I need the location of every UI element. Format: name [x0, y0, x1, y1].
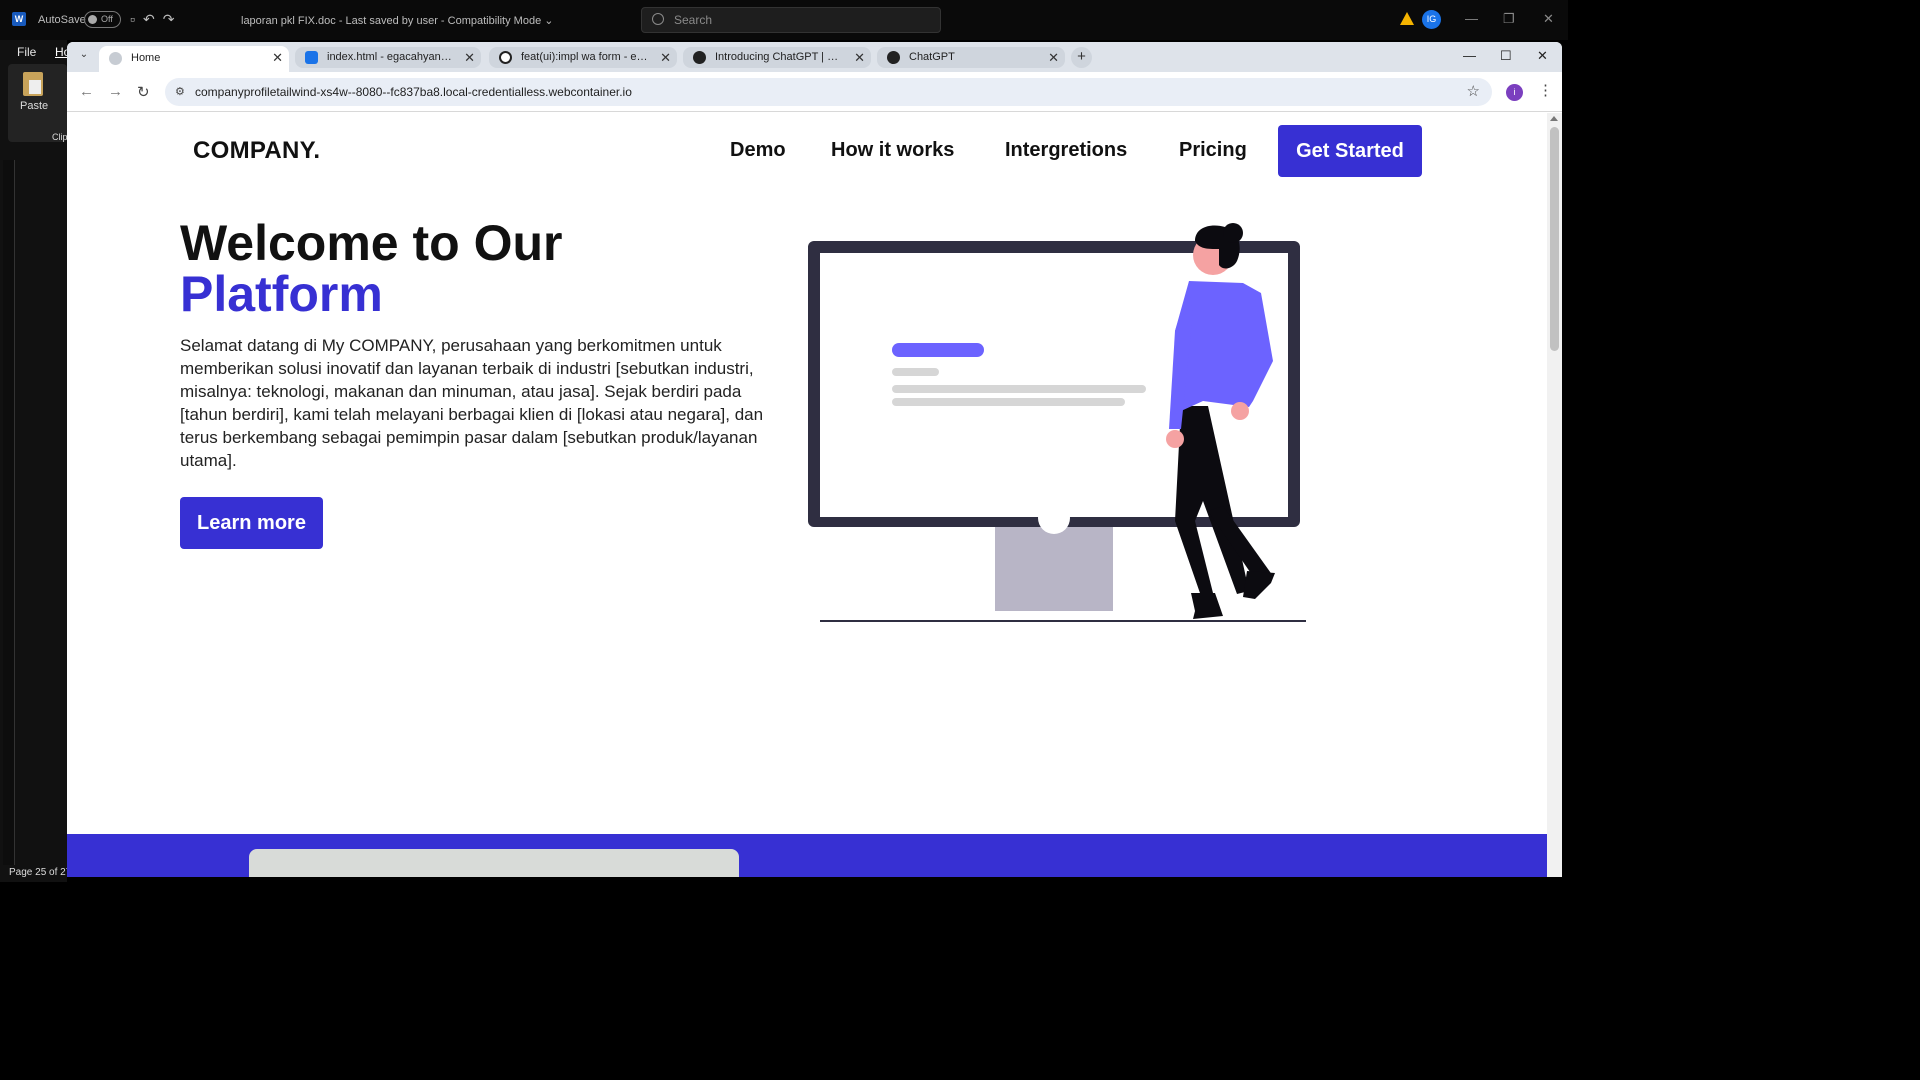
word-user-avatar[interactable]: IG — [1422, 10, 1441, 29]
page-scrollbar[interactable] — [1547, 113, 1562, 877]
hero-title: Welcome to Our Platform — [180, 218, 562, 320]
monitor-camera-notch — [1038, 502, 1070, 534]
github-icon — [499, 51, 512, 64]
tab-chatgpt[interactable]: ChatGPT ✕ — [877, 47, 1065, 68]
close-tab-icon[interactable]: ✕ — [660, 47, 671, 68]
tab-label: ChatGPT — [909, 51, 955, 63]
url-text[interactable]: companyprofiletailwind-xs4w--8080--fc837… — [195, 85, 632, 99]
word-search-box[interactable]: Search — [641, 7, 941, 33]
forward-icon[interactable]: → — [108, 83, 123, 100]
nav-integrations[interactable]: Intergretions — [1005, 139, 1127, 162]
paste-label: Paste — [20, 100, 49, 112]
hero-title-line1: Welcome to Our — [180, 215, 563, 271]
word-titlebar: W AutoSave Off ▫↶↷ laporan pkl FIX.doc -… — [0, 0, 1568, 40]
nav-demo[interactable]: Demo — [730, 139, 786, 162]
back-icon[interactable]: ← — [79, 83, 94, 100]
screen-line — [892, 398, 1125, 406]
browser-window: ⌄ Home ✕ index.html - egacahyana/company… — [67, 42, 1562, 877]
screen-heading-bar — [892, 343, 984, 357]
tab-github-pr[interactable]: feat(ui):impl wa form - egacahyana ✕ — [489, 47, 677, 68]
clipboard-icon — [23, 72, 43, 96]
search-icon — [652, 13, 664, 25]
features-preview-card — [249, 849, 739, 877]
hero-illustration — [808, 223, 1306, 622]
site-logo[interactable]: COMPANY. — [193, 137, 320, 165]
hero-description: Selamat datang di My COMPANY, perusahaan… — [180, 336, 764, 470]
globe-icon — [109, 52, 122, 65]
close-tab-icon[interactable]: ✕ — [464, 47, 475, 68]
new-tab-button[interactable]: + — [1071, 47, 1092, 68]
word-restore-icon[interactable]: ❐ — [1503, 11, 1515, 27]
page-viewport: COMPANY. Demo How it works Intergretions… — [67, 113, 1562, 877]
site-settings-icon[interactable]: ⚙ — [175, 85, 189, 99]
address-bar: ← → ↻ ⚙ companyprofiletailwind-xs4w--808… — [67, 72, 1562, 112]
scroll-up-arrow-icon[interactable] — [1550, 116, 1558, 121]
profile-avatar[interactable]: i — [1506, 84, 1523, 101]
autosave-label: AutoSave — [38, 14, 86, 26]
stackblitz-icon — [305, 51, 318, 64]
nav-pricing[interactable]: Pricing — [1179, 139, 1247, 162]
features-section-band — [67, 834, 1547, 877]
learn-more-button[interactable]: Learn more — [180, 497, 323, 549]
browser-maximize-icon[interactable]: ☐ — [1500, 48, 1512, 64]
nav-how-it-works[interactable]: How it works — [831, 139, 954, 162]
browser-menu-icon[interactable]: ⋮ — [1538, 81, 1553, 99]
hero-title-accent: Platform — [180, 266, 383, 322]
bookmark-star-icon[interactable]: ☆ — [1467, 82, 1480, 100]
screen-line — [892, 385, 1146, 393]
page-status: Page 25 of 27 — [9, 867, 72, 878]
tab-introducing-chatgpt[interactable]: Introducing ChatGPT | OpenAI ✕ — [683, 47, 871, 68]
tab-label: feat(ui):impl wa form - egacahyana — [521, 51, 649, 63]
openai-icon — [887, 51, 900, 64]
scroll-thumb[interactable] — [1550, 127, 1559, 351]
paste-button[interactable]: Paste Clip — [8, 64, 68, 142]
word-close-icon[interactable]: ✕ — [1543, 11, 1554, 27]
tab-label: Home — [131, 52, 161, 64]
tab-strip: ⌄ Home ✕ index.html - egacahyana/company… — [67, 42, 1562, 72]
tab-search-icon[interactable]: ⌄ — [77, 49, 91, 63]
reload-icon[interactable]: ↻ — [137, 83, 150, 101]
clipboard-group-label: Clip — [52, 132, 68, 142]
openai-icon — [693, 51, 706, 64]
tab-index-html[interactable]: index.html - egacahyana/company ✕ — [295, 47, 481, 68]
close-tab-icon[interactable]: ✕ — [854, 47, 865, 68]
word-menu-file[interactable]: File — [17, 45, 36, 59]
close-tab-icon[interactable]: ✕ — [1048, 47, 1059, 68]
tab-label: Introducing ChatGPT | OpenAI — [715, 51, 843, 63]
document-title: laporan pkl FIX.doc - Last saved by user… — [241, 15, 554, 27]
word-minimize-icon[interactable]: — — [1465, 11, 1478, 26]
browser-close-icon[interactable]: ✕ — [1537, 48, 1548, 64]
tab-home[interactable]: Home ✕ — [99, 46, 289, 72]
get-started-button[interactable]: Get Started — [1278, 125, 1422, 177]
quick-access-icons[interactable]: ▫↶↷ — [130, 11, 182, 28]
tab-label: index.html - egacahyana/company — [327, 51, 455, 63]
word-app-icon: W — [12, 12, 26, 26]
warning-icon[interactable] — [1400, 12, 1414, 25]
browser-minimize-icon[interactable]: — — [1463, 48, 1476, 63]
close-tab-icon[interactable]: ✕ — [272, 46, 283, 70]
vertical-ruler — [3, 160, 15, 865]
word-search-placeholder: Search — [674, 13, 713, 27]
autosave-toggle[interactable]: Off — [84, 11, 121, 28]
screen-line — [892, 368, 939, 376]
omnibox[interactable]: ⚙ companyprofiletailwind-xs4w--8080--fc8… — [165, 78, 1492, 106]
